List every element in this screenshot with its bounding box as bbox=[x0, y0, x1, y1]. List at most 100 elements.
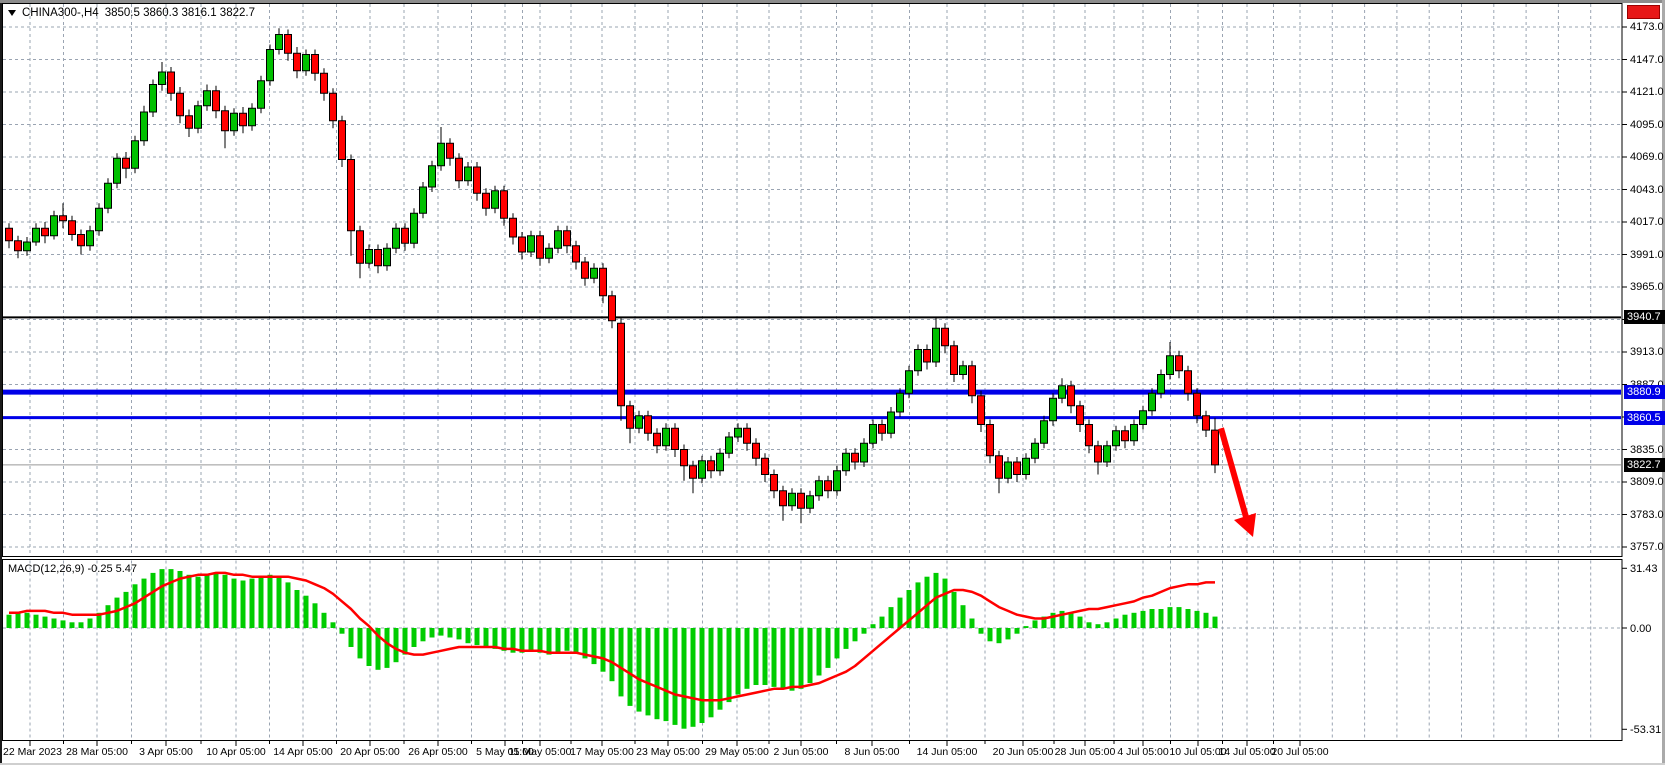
candle-body-up bbox=[816, 481, 823, 496]
macd-histogram-bar bbox=[781, 628, 786, 689]
macd-histogram-bar bbox=[772, 628, 777, 687]
macd-histogram-bar bbox=[961, 605, 966, 628]
candle-body-down bbox=[213, 91, 220, 111]
macd-histogram-bar bbox=[880, 617, 885, 628]
macd-histogram-bar bbox=[628, 628, 633, 706]
candle-body-down bbox=[924, 350, 931, 363]
macd-histogram-bar bbox=[556, 628, 561, 653]
candle-body-up bbox=[384, 248, 391, 266]
macd-histogram-bar bbox=[1087, 622, 1092, 628]
macd-histogram-bar bbox=[106, 605, 111, 628]
candle-body-up bbox=[915, 350, 922, 371]
candle-body-down bbox=[474, 167, 481, 193]
candle-body-up bbox=[1059, 386, 1066, 399]
macd-histogram-bar bbox=[943, 579, 948, 628]
candle-body-down bbox=[978, 396, 985, 425]
macd-histogram-bar bbox=[250, 579, 255, 628]
macd-histogram-bar bbox=[457, 628, 462, 639]
macd-histogram-bar bbox=[601, 628, 606, 672]
macd-histogram-bar bbox=[169, 569, 174, 628]
candle-body-up bbox=[105, 183, 112, 208]
candle-body-up bbox=[1005, 462, 1012, 478]
chart-collapse-icon[interactable] bbox=[8, 10, 16, 16]
candle-body-down bbox=[501, 191, 508, 219]
candle-body-up bbox=[789, 493, 796, 506]
candle-body-down bbox=[375, 250, 382, 266]
candle-body-up bbox=[1032, 443, 1039, 458]
macd-histogram-bar bbox=[52, 619, 57, 629]
candle-body-down bbox=[1203, 416, 1210, 430]
macd-histogram-bar bbox=[565, 628, 570, 651]
candle-body-up bbox=[33, 228, 40, 242]
candle-body-down bbox=[6, 228, 13, 241]
candle-body-up bbox=[267, 50, 274, 81]
macd-axis-label: 0.00 bbox=[1630, 622, 1651, 636]
candle-body-down bbox=[852, 453, 859, 462]
macd-histogram-bar bbox=[241, 581, 246, 629]
candle-body-up bbox=[420, 187, 427, 213]
candle-body-up bbox=[204, 91, 211, 106]
candle-body-down bbox=[627, 406, 634, 429]
macd-histogram-bar bbox=[61, 620, 66, 628]
candle-body-up bbox=[1131, 425, 1138, 441]
macd-histogram-bar bbox=[889, 607, 894, 628]
macd-histogram-bar bbox=[133, 584, 138, 628]
macd-histogram-bar bbox=[1186, 609, 1191, 628]
macd-histogram-bar bbox=[367, 628, 372, 666]
candle-body-up bbox=[1050, 398, 1057, 421]
candle-body-up bbox=[735, 428, 742, 437]
macd-histogram-bar bbox=[862, 628, 867, 634]
candle-body-down bbox=[1095, 446, 1102, 462]
date-axis-label: 14 Jul 05:00 bbox=[1218, 746, 1275, 758]
macd-histogram-bar bbox=[610, 628, 615, 681]
macd-histogram-bar bbox=[871, 624, 876, 628]
macd-values: -0.25 5.47 bbox=[87, 563, 137, 575]
macd-histogram-bar bbox=[736, 628, 741, 695]
candle-body-down bbox=[1086, 425, 1093, 446]
date-axis-label: 22 Mar 2023 bbox=[3, 746, 62, 758]
candle-body-down bbox=[1077, 406, 1084, 425]
macd-histogram-bar bbox=[520, 628, 525, 653]
market-status-indicator[interactable] bbox=[1627, 5, 1660, 19]
price-tag-3940.7: 3940.7 bbox=[1624, 310, 1665, 324]
macd-histogram-bar bbox=[835, 628, 840, 658]
candle-body-down bbox=[609, 296, 616, 321]
macd-histogram-bar bbox=[313, 603, 318, 628]
candle-body-down bbox=[1194, 393, 1201, 416]
candle-body-up bbox=[834, 471, 841, 491]
macd-histogram-bar bbox=[160, 569, 165, 628]
macd-histogram-bar bbox=[124, 592, 129, 628]
date-axis-label: 28 Mar 05:00 bbox=[66, 746, 128, 758]
price-panel-frame bbox=[3, 4, 1623, 557]
trend-arrow-annotation[interactable] bbox=[1221, 428, 1256, 537]
macd-histogram-bar bbox=[295, 590, 300, 628]
candle-body-down bbox=[456, 158, 463, 181]
macd-histogram-bar bbox=[70, 622, 75, 628]
macd-histogram-bar bbox=[1141, 611, 1146, 628]
price-chart-canvas[interactable] bbox=[0, 0, 1665, 765]
candle-body-down bbox=[771, 475, 778, 491]
arrow-shaft bbox=[1221, 428, 1246, 517]
candle-body-down bbox=[483, 193, 490, 208]
window-left-border bbox=[0, 3, 2, 763]
price-axis-label: 4095.0 bbox=[1630, 118, 1664, 132]
chart-title-symbol: CHINA300-,H4 bbox=[22, 7, 99, 19]
macd-axis-label: -53.31 bbox=[1630, 723, 1661, 737]
price-axis-label: 3991.0 bbox=[1630, 248, 1664, 262]
macd-histogram-bar bbox=[331, 622, 336, 628]
macd-histogram-bar bbox=[1213, 617, 1218, 628]
macd-histogram-bar bbox=[547, 628, 552, 655]
candle-body-down bbox=[672, 428, 679, 449]
macd-histogram-bar bbox=[619, 628, 624, 696]
candle-body-up bbox=[141, 112, 148, 141]
macd-histogram-bar bbox=[637, 628, 642, 712]
macd-histogram-bar bbox=[34, 615, 39, 628]
macd-histogram-bar bbox=[574, 628, 579, 653]
candle-body-up bbox=[807, 496, 814, 509]
date-axis-label: 28 Jun 05:00 bbox=[1055, 746, 1116, 758]
price-axis-label: 4069.0 bbox=[1630, 150, 1664, 164]
macd-histogram-bar bbox=[412, 628, 417, 647]
candle-body-down bbox=[123, 158, 130, 168]
candle-body-down bbox=[15, 241, 22, 251]
macd-histogram-bar bbox=[1159, 609, 1164, 628]
